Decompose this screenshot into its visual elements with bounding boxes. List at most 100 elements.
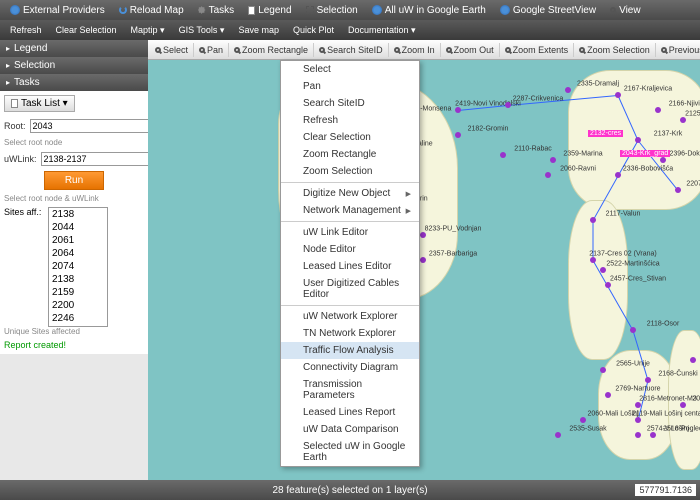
list-item[interactable]: 2074: [49, 260, 107, 273]
maptool-zoom-in[interactable]: Zoom In: [389, 43, 441, 57]
network-node[interactable]: [550, 157, 556, 163]
toolbar-google-streetview[interactable]: Google StreetView: [494, 3, 602, 18]
menu-node-editor[interactable]: Node Editor: [281, 241, 419, 258]
list-item[interactable]: 2138: [49, 208, 107, 221]
network-node[interactable]: [605, 392, 611, 398]
network-node[interactable]: [680, 117, 686, 123]
maptool-zoom-out[interactable]: Zoom Out: [441, 43, 500, 57]
list-item[interactable]: 2159: [49, 286, 107, 299]
toolbar2-maptip-[interactable]: Maptip ▾: [125, 23, 171, 38]
network-node[interactable]: [590, 257, 596, 263]
network-node[interactable]: [600, 367, 606, 373]
network-node[interactable]: [500, 152, 506, 158]
list-item[interactable]: 2246: [49, 312, 107, 325]
network-node[interactable]: [545, 172, 551, 178]
menu-zoom-rectangle[interactable]: Zoom Rectangle: [281, 146, 419, 163]
maptool-search-siteid[interactable]: Search SiteID: [314, 43, 389, 57]
network-node[interactable]: [455, 107, 461, 113]
toolbar-legend[interactable]: Legend: [242, 3, 297, 18]
menu-zoom-selection[interactable]: Zoom Selection: [281, 163, 419, 180]
network-node[interactable]: [690, 357, 696, 363]
toolbar-tasks[interactable]: Tasks: [192, 3, 241, 18]
menu-select[interactable]: Select: [281, 61, 419, 78]
network-node[interactable]: [455, 132, 461, 138]
toolbar-selection[interactable]: Selection: [300, 3, 364, 18]
uwlink-input[interactable]: [41, 152, 164, 166]
toolbar2-quick-plot[interactable]: Quick Plot: [287, 23, 340, 37]
menu-uw-data-comparison[interactable]: uW Data Comparison: [281, 421, 419, 438]
maptool-zoom-extents[interactable]: Zoom Extents: [500, 43, 575, 57]
run-button[interactable]: Run: [44, 171, 104, 190]
network-node[interactable]: [615, 92, 621, 98]
highlighted-node[interactable]: 2043-Krk_grad: [620, 150, 670, 157]
menu-connectivity-diagram[interactable]: Connectivity Diagram: [281, 359, 419, 376]
menu-refresh[interactable]: Refresh: [281, 112, 419, 129]
toolbar2-clear-selection[interactable]: Clear Selection: [50, 23, 123, 37]
sites-list[interactable]: 2138204420612064207421382159220022462270…: [48, 207, 108, 327]
list-item[interactable]: 2138: [49, 273, 107, 286]
menu-clear-selection[interactable]: Clear Selection: [281, 129, 419, 146]
network-node[interactable]: [675, 187, 681, 193]
menu-tn-network-explorer[interactable]: TN Network Explorer: [281, 325, 419, 342]
node-label: 2535-Susak: [569, 426, 606, 433]
toolbar2-save-map[interactable]: Save map: [232, 23, 285, 37]
menu-user-digitized-cables-editor[interactable]: User Digitized Cables Editor: [281, 275, 419, 303]
network-node[interactable]: [600, 267, 606, 273]
list-item[interactable]: 2064: [49, 247, 107, 260]
highlighted-node[interactable]: 2132-cres: [588, 130, 623, 137]
list-item[interactable]: 2044: [49, 221, 107, 234]
menu-traffic-flow-analysis[interactable]: Traffic Flow Analysis: [281, 342, 419, 359]
menu-network-management[interactable]: Network Management▶: [281, 202, 419, 219]
network-node[interactable]: [635, 417, 641, 423]
list-item[interactable]: 2200: [49, 299, 107, 312]
menu-leased-lines-editor[interactable]: Leased Lines Editor: [281, 258, 419, 275]
network-node[interactable]: [655, 107, 661, 113]
menu-digitize-new-object[interactable]: Digitize New Object▶: [281, 185, 419, 202]
maptool-select[interactable]: Select: [150, 43, 194, 57]
menu-selected-uw-in-google-earth[interactable]: Selected uW in Google Earth: [281, 438, 419, 466]
top-toolbar: External ProvidersReload MapTasksLegendS…: [0, 0, 700, 20]
root-input[interactable]: [30, 119, 153, 133]
toolbar-all-uw-in-google-earth[interactable]: All uW in Google Earth: [366, 3, 492, 18]
report-link[interactable]: Report created!: [4, 340, 144, 350]
maptool-zoom-rectangle[interactable]: Zoom Rectangle: [229, 43, 314, 57]
menu-transmission-parameters[interactable]: Transmission Parameters: [281, 376, 419, 404]
toolbar2-gis-tools-[interactable]: GIS Tools ▾: [173, 23, 231, 38]
toolbar2-documentation-[interactable]: Documentation ▾: [342, 23, 422, 38]
network-node[interactable]: [555, 432, 561, 438]
map-area[interactable]: SelectPanZoom RectangleSearch SiteIDZoom…: [148, 40, 700, 480]
maptool-zoom-selection[interactable]: Zoom Selection: [574, 43, 656, 57]
network-node[interactable]: [615, 172, 621, 178]
network-node[interactable]: [565, 87, 571, 93]
network-node[interactable]: [680, 402, 686, 408]
menu-pan[interactable]: Pan: [281, 78, 419, 95]
maptool-previous[interactable]: Previous: [656, 43, 700, 57]
list-item[interactable]: 2061: [49, 234, 107, 247]
panel-legend[interactable]: Legend: [0, 40, 148, 57]
network-node[interactable]: [635, 432, 641, 438]
toolbar-external-providers[interactable]: External Providers: [4, 3, 111, 18]
network-node[interactable]: [635, 402, 641, 408]
network-node[interactable]: [420, 257, 426, 263]
tasklist-button[interactable]: Task List ▾: [4, 95, 75, 112]
network-node[interactable]: [650, 432, 656, 438]
network-node[interactable]: [580, 417, 586, 423]
menu-uw-network-explorer[interactable]: uW Network Explorer: [281, 308, 419, 325]
network-node[interactable]: [630, 327, 636, 333]
network-node[interactable]: [420, 232, 426, 238]
panel-tasks[interactable]: Tasks: [0, 74, 148, 91]
network-node[interactable]: [635, 137, 641, 143]
menu-search-siteid[interactable]: Search SiteID: [281, 95, 419, 112]
menu-leased-lines-report[interactable]: Leased Lines Report: [281, 404, 419, 421]
network-node[interactable]: [605, 282, 611, 288]
network-node[interactable]: [590, 217, 596, 223]
toolbar-view[interactable]: View: [604, 3, 647, 18]
toolbar2-refresh[interactable]: Refresh: [4, 23, 48, 37]
maptool-pan[interactable]: Pan: [194, 43, 229, 57]
network-node[interactable]: [505, 102, 511, 108]
menu-uw-link-editor[interactable]: uW Link Editor: [281, 224, 419, 241]
network-node[interactable]: [645, 377, 651, 383]
panel-selection[interactable]: Selection: [0, 57, 148, 74]
network-node[interactable]: [660, 157, 666, 163]
toolbar-reload-map[interactable]: Reload Map: [113, 3, 190, 18]
